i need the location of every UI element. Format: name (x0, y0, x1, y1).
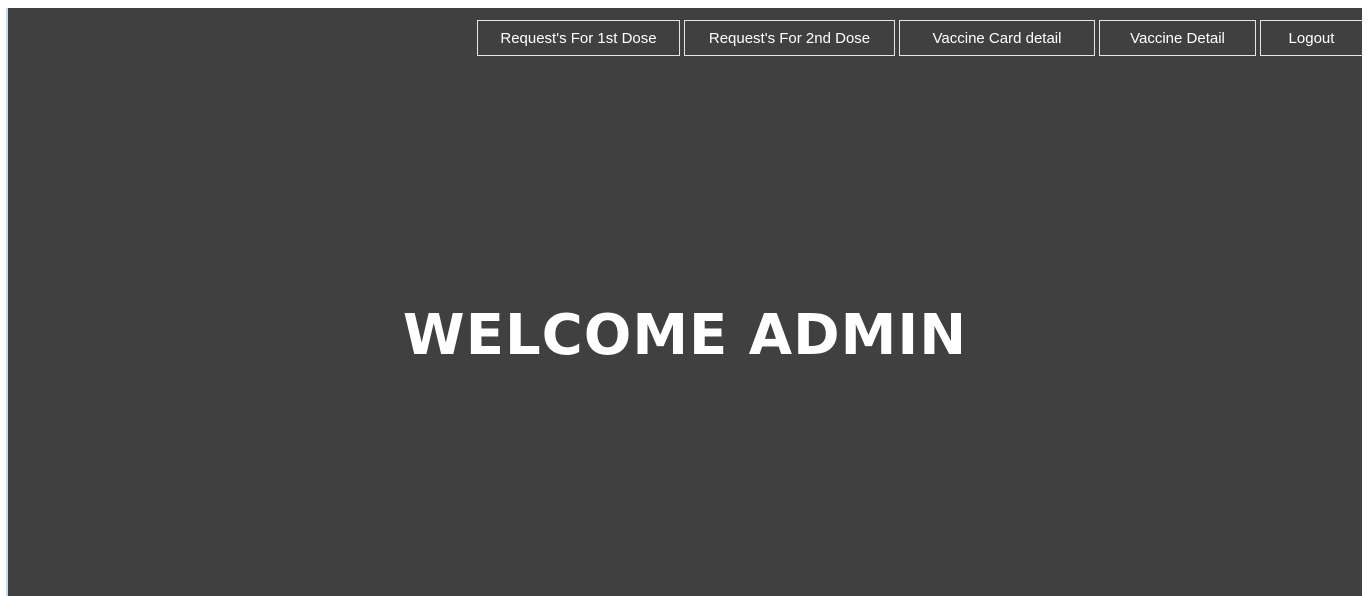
logout-button[interactable]: Logout (1260, 20, 1362, 56)
vaccine-detail-button[interactable]: Vaccine Detail (1099, 20, 1256, 56)
admin-page: Request's For 1st Dose Request's For 2nd… (6, 8, 1362, 596)
request-2nd-dose-button[interactable]: Request's For 2nd Dose (684, 20, 895, 56)
welcome-heading: WELCOME ADMIN (402, 303, 968, 368)
vaccine-card-detail-button[interactable]: Vaccine Card detail (899, 20, 1095, 56)
request-1st-dose-button[interactable]: Request's For 1st Dose (477, 20, 680, 56)
top-nav: Request's For 1st Dose Request's For 2nd… (477, 20, 1362, 56)
